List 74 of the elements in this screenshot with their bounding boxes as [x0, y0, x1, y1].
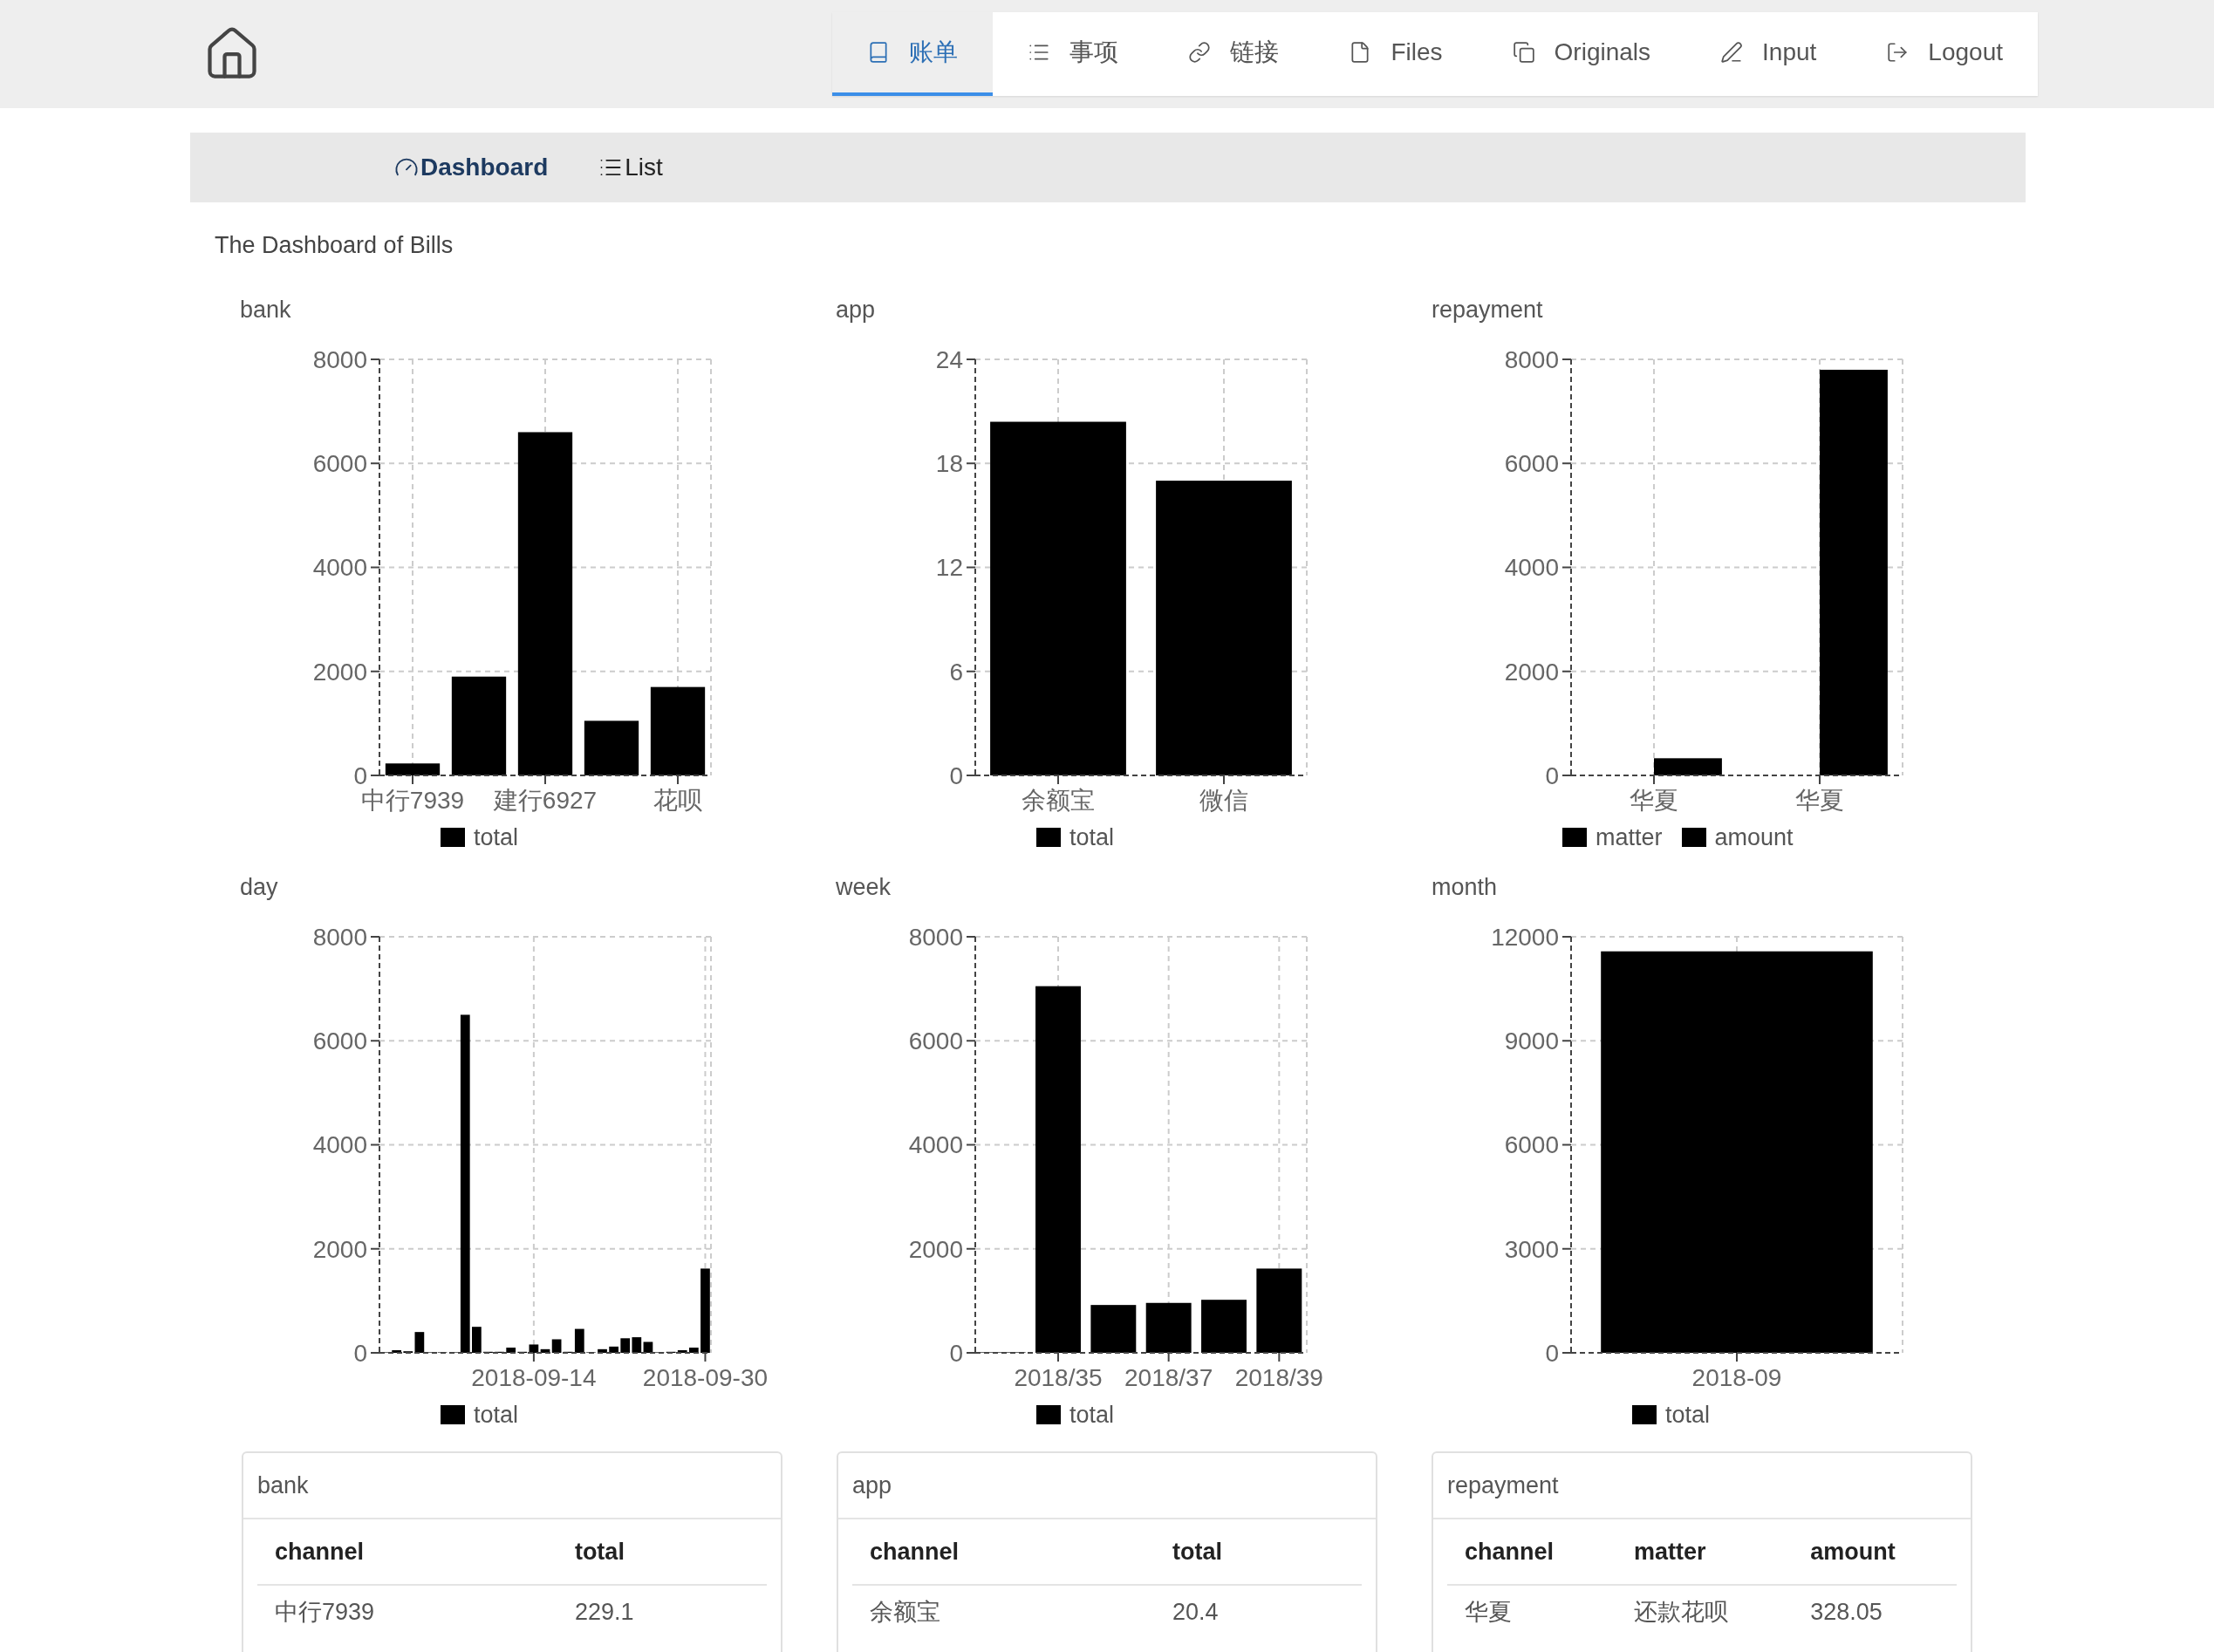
tick-label: 2018/35	[1014, 1364, 1103, 1391]
tick-label: 12	[935, 554, 963, 582]
legend-label: total	[474, 823, 519, 851]
tick-label: 2018-09-30	[642, 1364, 769, 1391]
tick-label: 花呗	[653, 787, 702, 814]
chart-title: week	[836, 873, 892, 902]
card-title: bank	[243, 1453, 781, 1519]
tick-label: 0	[353, 761, 367, 789]
legend-label: total	[1665, 1401, 1711, 1429]
tick-label: 4000	[312, 1131, 367, 1159]
tick-label: 8000	[908, 923, 963, 951]
column-header: matter	[1616, 1519, 1794, 1585]
column-header: channel	[257, 1519, 557, 1585]
chart-title: repayment	[1432, 296, 1543, 324]
tick-label: 24	[935, 345, 963, 373]
page-heading: The Dashboard of Bills	[214, 231, 454, 260]
chart-title: app	[836, 296, 876, 324]
tick-label: 6000	[908, 1027, 963, 1055]
tick-label: 4000	[908, 1131, 963, 1159]
tick-label: 8000	[312, 923, 367, 951]
tick-label: 2018/39	[1234, 1364, 1323, 1391]
tick-label: 0	[1545, 761, 1559, 789]
tick-label: 建行6927	[493, 787, 598, 814]
tick-label: 2018-09-14	[471, 1364, 597, 1391]
table-cell: 华夏	[1447, 1585, 1616, 1638]
table-cell: 20.4	[1155, 1585, 1362, 1638]
tick-label: 6	[949, 658, 963, 686]
tick-label: 6000	[312, 1027, 367, 1055]
tick-label: 中行7939	[360, 787, 465, 814]
legend-label: matter	[1596, 823, 1663, 851]
tick-label: 0	[949, 761, 963, 789]
table-cell: 328.05	[1793, 1585, 1957, 1638]
tick-label: 9000	[1504, 1027, 1559, 1055]
column-header: total	[557, 1519, 767, 1585]
tick-label: 华夏	[1630, 787, 1678, 814]
tick-label: 微信	[1199, 787, 1248, 814]
column-header: channel	[1447, 1519, 1616, 1585]
chart-title: day	[240, 873, 278, 902]
tick-label: 8000	[1504, 345, 1559, 373]
table-cell: 中行7939	[257, 1585, 557, 1638]
column-header: channel	[852, 1519, 1155, 1585]
card-title: app	[838, 1453, 1376, 1519]
column-header: total	[1155, 1519, 1362, 1585]
tick-label: 0	[949, 1339, 963, 1367]
column-header: amount	[1793, 1519, 1957, 1585]
tick-label: 2000	[312, 658, 367, 686]
tick-label: 0	[353, 1339, 367, 1367]
tick-label: 12000	[1491, 923, 1559, 951]
chart-title: bank	[240, 296, 291, 324]
tick-label: 2000	[1504, 658, 1559, 686]
chart-title: month	[1432, 873, 1498, 902]
legend-label: total	[1069, 823, 1115, 851]
tick-label: 2000	[312, 1235, 367, 1263]
tick-label: 6000	[312, 450, 367, 478]
table-cell: 229.1	[557, 1585, 767, 1638]
tick-label: 余额宝	[1022, 787, 1095, 814]
table-cell: 余额宝	[852, 1585, 1155, 1638]
tick-label: 2018/37	[1124, 1364, 1213, 1391]
legend-label: total	[474, 1401, 519, 1429]
card-title: repayment	[1433, 1453, 1971, 1519]
tick-label: 华夏	[1795, 787, 1844, 814]
legend-label: total	[1069, 1401, 1115, 1429]
tick-label: 0	[1545, 1339, 1559, 1367]
legend-label: amount	[1714, 823, 1794, 851]
tick-label: 6000	[1504, 1131, 1559, 1159]
tick-label: 2018-09	[1691, 1364, 1782, 1391]
tick-label: 2000	[908, 1235, 963, 1263]
tick-label: 8000	[312, 345, 367, 373]
tick-label: 4000	[1504, 554, 1559, 582]
table-cell: 还款花呗	[1616, 1585, 1794, 1638]
tick-label: 3000	[1504, 1235, 1559, 1263]
tick-label: 18	[935, 450, 963, 478]
tick-label: 4000	[312, 554, 367, 582]
tick-label: 6000	[1504, 450, 1559, 478]
